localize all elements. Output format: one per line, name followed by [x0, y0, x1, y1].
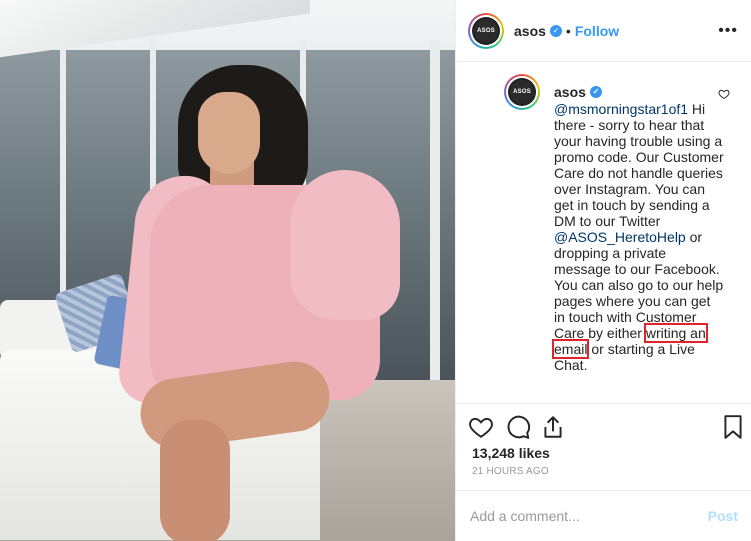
add-comment-input[interactable]: [470, 508, 708, 524]
photo-window-frame: [430, 40, 440, 400]
action-bar: [456, 403, 751, 447]
verified-badge-icon: ✓: [589, 86, 602, 98]
mention-link[interactable]: @msmorningstar1of1: [554, 101, 688, 117]
separator-dot: •: [565, 22, 571, 39]
comment-composer: Post: [456, 490, 751, 541]
like-count[interactable]: 13,248 likes: [472, 445, 550, 461]
post-comment-button[interactable]: Post: [708, 508, 738, 524]
bookmark-icon[interactable]: [720, 414, 746, 440]
avatar[interactable]: ASOS: [468, 12, 504, 49]
comment-author: asos ✓: [554, 84, 602, 100]
post-timestamp[interactable]: 21 HOURS AGO: [472, 466, 549, 477]
post-username[interactable]: asos: [514, 23, 546, 39]
share-icon[interactable]: [540, 414, 566, 440]
photo-person-leg: [160, 420, 230, 541]
avatar-logo: ASOS: [472, 16, 500, 45]
comment-like-heart-icon[interactable]: [718, 88, 730, 100]
comment-username[interactable]: asos: [554, 84, 586, 100]
photo-person-face: [198, 92, 260, 174]
comment-icon[interactable]: [505, 414, 531, 440]
avatar[interactable]: ASOS: [504, 74, 540, 110]
heart-icon[interactable]: [468, 414, 494, 440]
comment-text: @msmorningstar1of1 Hi there - sorry to h…: [552, 101, 724, 373]
post-header: ASOS asos ✓ • Follow •••: [456, 0, 751, 62]
photo-dress-sleeve: [290, 170, 400, 320]
avatar-logo: ASOS: [508, 78, 536, 106]
comment-body: asos ✓ @msmorningstar1of1 Hi there - sor…: [552, 84, 724, 373]
comment-text-part: Hi there - sorry to hear that your havin…: [554, 101, 724, 229]
twitter-handle-link[interactable]: @ASOS_HeretoHelp: [554, 229, 686, 245]
verified-badge-icon: ✓: [549, 24, 562, 37]
follow-button[interactable]: Follow: [575, 23, 619, 39]
post-photo[interactable]: [0, 0, 455, 541]
post-side-panel: ASOS asos ✓ • Follow ••• ASOS asos ✓ @ms…: [455, 0, 751, 541]
more-options-icon[interactable]: •••: [718, 22, 738, 40]
